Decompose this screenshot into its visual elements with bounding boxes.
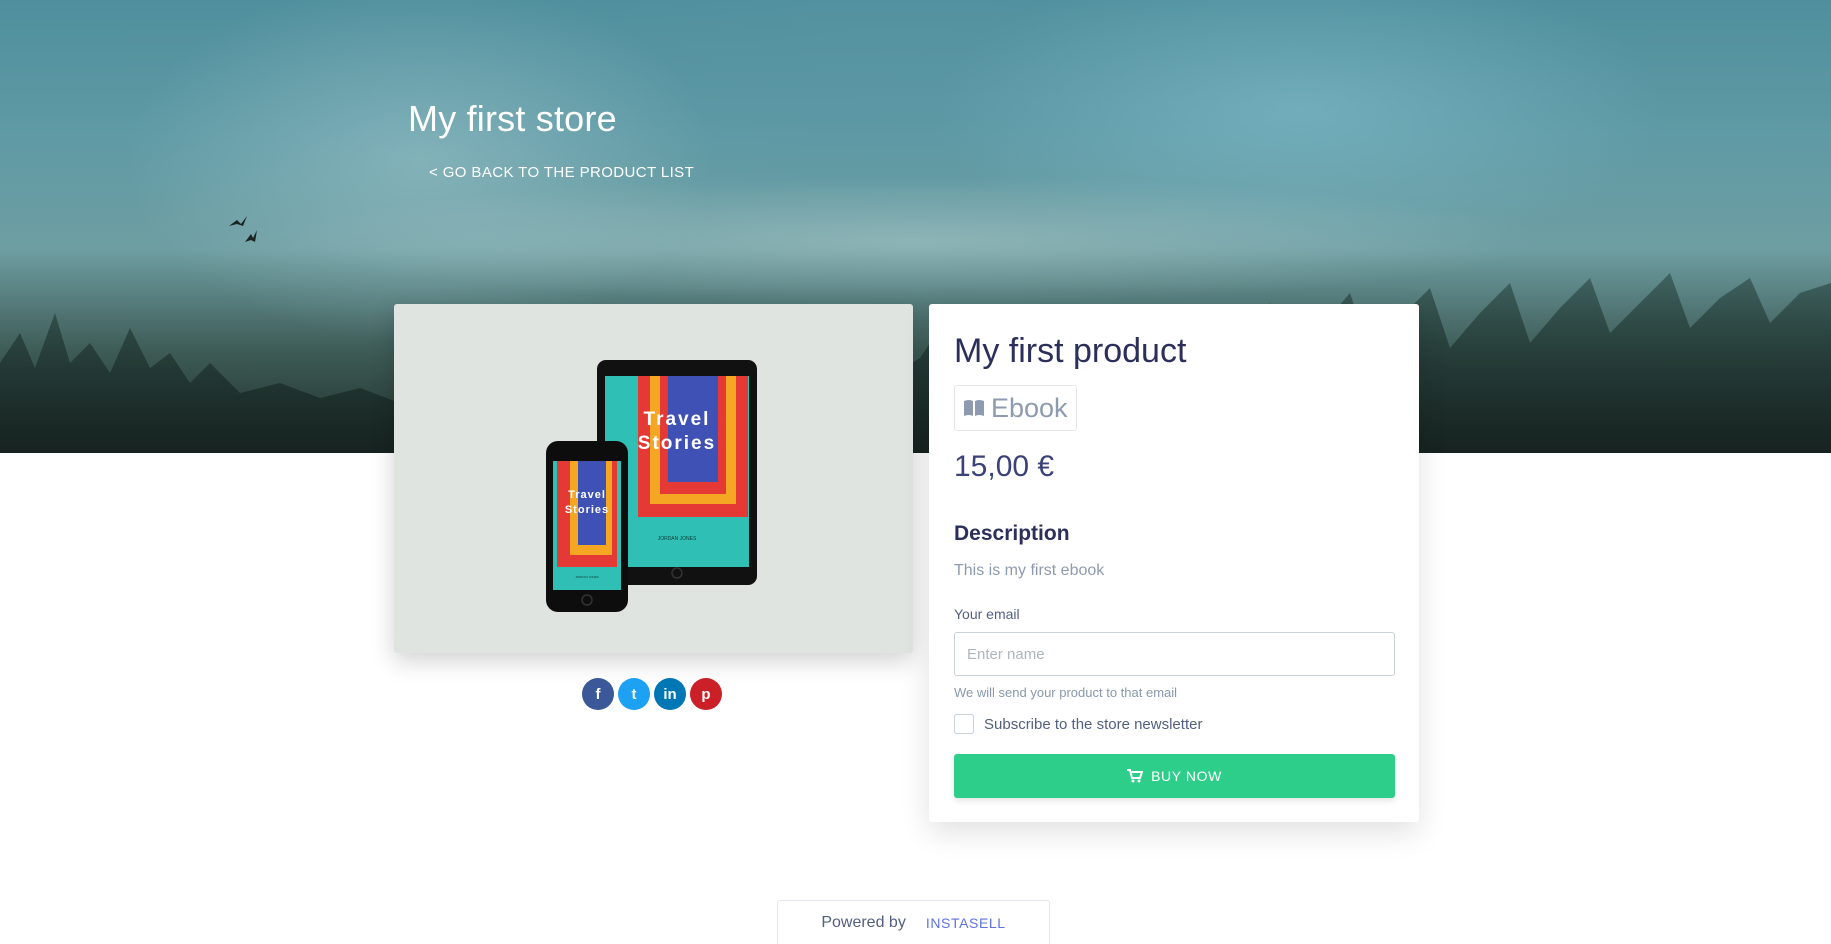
phone-cover-title-line2: Stories	[565, 504, 609, 516]
linkedin-icon: in	[663, 685, 677, 703]
tablet-cover-title-line2: Stories	[638, 433, 716, 454]
phone-device: Travel Stories JORDAN JONES	[546, 441, 628, 612]
newsletter-label[interactable]: Subscribe to the store newsletter	[984, 716, 1202, 733]
cart-icon	[1127, 769, 1144, 783]
tablet-cover-author: JORDAN JONES	[658, 536, 697, 542]
email-help-text: We will send your product to that email	[954, 685, 1178, 700]
twitter-share-button[interactable]: t	[618, 678, 650, 710]
description-text: This is my first ebook	[954, 562, 1105, 579]
tablet-cover-title-line1: Travel	[644, 409, 711, 430]
forest-silhouette	[0, 273, 1831, 453]
description-heading: Description	[954, 522, 1070, 545]
twitter-icon: t	[631, 685, 637, 703]
birds-graphic	[229, 216, 257, 242]
book-open-icon	[964, 400, 984, 416]
instasell-brand-link[interactable]: INSTASELL	[926, 915, 1006, 931]
pinterest-icon: p	[701, 685, 711, 703]
newsletter-checkbox[interactable]	[954, 714, 974, 734]
phone-cover-author: JORDAN JONES	[575, 575, 598, 579]
powered-by-text: Powered by	[821, 913, 906, 931]
product-title: My first product	[954, 332, 1187, 370]
email-label: Your email	[954, 606, 1020, 622]
product-type-label: Ebook	[991, 392, 1068, 423]
newsletter-option: Subscribe to the store newsletter	[954, 714, 1202, 734]
buy-now-label: BUY NOW	[1151, 768, 1222, 784]
share-buttons: f t in p	[582, 678, 722, 710]
product-image: Travel Stories JORDAN JONES Travel Stori…	[546, 360, 757, 612]
product-details-card: My first product Ebook 15,00 € Descripti…	[929, 304, 1419, 822]
product-price: 15,00 €	[954, 450, 1055, 483]
page: My first store < GO BACK TO THE PRODUCT …	[0, 0, 1831, 944]
linkedin-share-button[interactable]: in	[654, 678, 686, 710]
pinterest-share-button[interactable]: p	[690, 678, 722, 710]
facebook-share-button[interactable]: f	[582, 678, 614, 710]
store-title: My first store	[408, 98, 617, 139]
email-input[interactable]	[954, 632, 1395, 676]
product-image-card: Travel Stories JORDAN JONES Travel Stori…	[394, 304, 913, 653]
hero-banner: My first store < GO BACK TO THE PRODUCT …	[0, 0, 1831, 453]
back-to-product-list-link[interactable]: < GO BACK TO THE PRODUCT LIST	[429, 164, 694, 181]
product-type-badge: Ebook	[954, 385, 1077, 431]
buy-now-button[interactable]: BUY NOW	[954, 754, 1395, 798]
facebook-icon: f	[595, 685, 601, 703]
footer-badge: Powered by INSTASELL	[777, 900, 1050, 944]
phone-cover-title-line1: Travel	[568, 489, 606, 501]
